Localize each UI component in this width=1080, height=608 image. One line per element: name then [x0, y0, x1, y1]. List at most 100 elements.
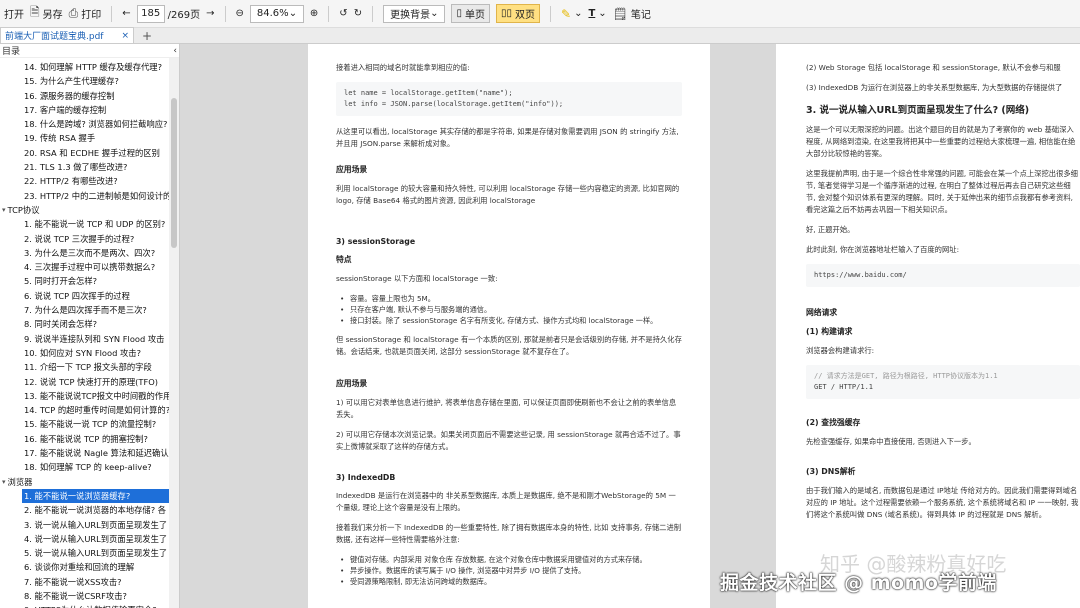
zoom-in-icon[interactable]: ⊕: [310, 8, 318, 19]
toc-item[interactable]: 6. 说说 TCP 四次挥手的过程: [0, 289, 179, 303]
code-block: let name = localStorage.getItem("name");…: [336, 82, 682, 116]
page-text: 这是一个可以无限深挖的问题。出这个题目的目的就是为了考察你的 web 基础深入程…: [806, 125, 1076, 158]
page-text: 接着进入相同的域名时就能拿到相应的值:: [336, 63, 470, 72]
page-text: 利用 localStorage 的较大容量和持久特性, 可以利用 localSt…: [336, 184, 680, 205]
next-page-icon[interactable]: →: [206, 8, 214, 19]
toc-item[interactable]: 1. 能不能说一说 TCP 和 UDP 的区别?: [0, 217, 179, 231]
toc-item[interactable]: 4. 三次握手过程中可以携带数据么?: [0, 260, 179, 274]
toc-item[interactable]: 5. 说一说从输入URL到页面呈现发生了: [0, 546, 179, 560]
save-as-button[interactable]: 🗎 另存: [30, 3, 63, 24]
toc-section-label: TCP协议: [7, 204, 40, 215]
section-heading: 特点: [336, 255, 352, 264]
notes-icon: 🗒: [612, 6, 628, 21]
background-label: 更换背景: [390, 10, 431, 21]
text-tool-button[interactable]: T ⌄: [588, 8, 606, 19]
toc-item[interactable]: 19. 传统 RSA 握手: [0, 131, 179, 145]
rotate-right-icon[interactable]: ↻: [354, 8, 362, 19]
toc-item[interactable]: 7. 能不能说一说XSS攻击?: [0, 575, 179, 589]
toc-section[interactable]: ▾ 浏览器: [0, 475, 179, 489]
zoom-out-icon[interactable]: ⊖: [236, 8, 244, 19]
toc-item[interactable]: 6. 谈谈你对重绘和回流的理解: [0, 560, 179, 574]
toc-item[interactable]: 2. 能不能说一说浏览器的本地存储? 各: [0, 503, 179, 517]
page-text: 2) 可以用它存储本次浏览记录。如果关闭页面后不需要这些记录, 用 sessio…: [336, 430, 681, 451]
toc-item[interactable]: 8. 能不能说一说CSRF攻击?: [0, 589, 179, 603]
page-text: 接着我们来分析一下 IndexedDB 的一些重要特性, 除了拥有数据库本身的特…: [336, 523, 682, 544]
section-heading: 3) IndexedDB: [336, 473, 396, 482]
pdf-page-right: (2) Web Storage 包括 localStorage 和 sessio…: [776, 44, 1080, 608]
toc-item-active[interactable]: 1. 能不能说一说浏览器缓存?: [22, 488, 179, 504]
toc-item[interactable]: 13. 能不能说说TCP报文中时间戳的作用?: [0, 389, 179, 403]
double-page-button[interactable]: ▯▯ 双页: [495, 4, 540, 23]
toc-item[interactable]: 10. 如何应对 SYN Flood 攻击?: [0, 346, 179, 360]
expand-icon[interactable]: ▾: [2, 475, 6, 489]
toc-scrollbar[interactable]: [169, 58, 179, 608]
rotate-left-icon[interactable]: ↺: [339, 8, 347, 19]
zoom-select[interactable]: 84.6% ⌄: [249, 4, 304, 23]
page-text: 这里我提前声明, 由于是一个综合性非常强的问题, 可能会在某一个点上深挖出很多细…: [806, 169, 1078, 214]
toc-item[interactable]: 20. RSA 和 ECDHE 握手过程的区别: [0, 146, 179, 160]
toc-item[interactable]: 14. TCP 的超时重传时间是如何计算的?: [0, 403, 179, 417]
notes-button[interactable]: 🗒 笔记: [612, 6, 651, 22]
background-select[interactable]: 更换背景 ⌄: [383, 4, 446, 23]
toc-item[interactable]: 18. 什么是跨域? 浏览器如何拦截响应?: [0, 117, 179, 131]
toc-item[interactable]: 21. TLS 1.3 做了哪些改进?: [0, 160, 179, 174]
page-number-input[interactable]: 185: [136, 4, 165, 23]
toc-item[interactable]: 5. 同时打开会怎样?: [0, 274, 179, 288]
single-page-button[interactable]: ▯ 单页: [451, 4, 490, 23]
code-comment: // 请求方法是GET, 路径为根路径, HTTP协议版本为1.1: [814, 372, 998, 380]
expand-icon[interactable]: ▾: [2, 203, 6, 217]
toc-item[interactable]: 2. 说说 TCP 三次握手的过程?: [0, 232, 179, 246]
bullet-list: 键值对存储。内部采用 对象仓库 存放数据, 在这个对象仓库中数据采用键值对的方式…: [336, 554, 682, 587]
collapse-icon[interactable]: ‹: [173, 46, 177, 56]
toc-item[interactable]: 15. 为什么产生代理缓存?: [0, 74, 179, 88]
page-text: 由于我们输入的是域名, 而数据包是通过 IP地址 传给对方的。因此我们需要得到域…: [806, 486, 1079, 519]
toc-item[interactable]: 17. 能不能说说 Nagle 算法和延迟确认?: [0, 446, 179, 460]
toc-section-label: 浏览器: [7, 476, 33, 487]
toc-item[interactable]: 11. 介绍一下 TCP 报文头部的字段: [0, 360, 179, 374]
section-heading: 3) sessionStorage: [336, 237, 416, 246]
code-line: let info = JSON.parse(localStorage.getIt…: [344, 100, 564, 108]
scrollbar-thumb[interactable]: [171, 98, 177, 248]
notes-label: 笔记: [630, 10, 651, 21]
toc-section[interactable]: ▾ TCP协议: [0, 203, 179, 217]
double-page-icon: ▯▯: [500, 8, 512, 19]
page-text: 好, 正题开始。: [806, 225, 855, 234]
toc-item[interactable]: 9. 说说半连接队列和 SYN Flood 攻击: [0, 332, 179, 346]
open-button[interactable]: 打开: [4, 6, 24, 21]
section-heading: (2) 查找强缓存: [806, 418, 861, 427]
page-text: 先检查强缓存, 如果命中直接使用, 否则进入下一步。: [806, 437, 976, 446]
toc-item[interactable]: 16. 能不能说说 TCP 的拥塞控制?: [0, 432, 179, 446]
close-icon[interactable]: ×: [121, 31, 129, 41]
pdf-page-left: 接着进入相同的域名时就能拿到相应的值: let name = localStor…: [308, 44, 710, 608]
print-label: 打印: [81, 10, 102, 21]
page-text: 从这里可以看出, localStorage 其实存储的都是字符串, 如果是存储对…: [336, 127, 679, 148]
document-tab[interactable]: 前端大厂面试题宝典.pdf ×: [0, 27, 134, 43]
toc-item[interactable]: 17. 客户端的缓存控制: [0, 103, 179, 117]
toc-item[interactable]: 3. 为什么是三次而不是两次、四次?: [0, 246, 179, 260]
toc-item[interactable]: 15. 能不能说一说 TCP 的流量控制?: [0, 417, 179, 431]
toc-item[interactable]: 12. 说说 TCP 快速打开的原理(TFO): [0, 375, 179, 389]
page-text: 浏览器会构建请求行:: [806, 346, 875, 355]
toc-item[interactable]: 7. 为什么是四次挥手而不是三次?: [0, 303, 179, 317]
add-tab-icon[interactable]: +: [134, 29, 160, 43]
toc-item[interactable]: 18. 如何理解 TCP 的 keep-alive?: [0, 460, 179, 474]
zoom-value: 84.6%: [256, 8, 289, 19]
list-item: 只存在客户端, 默认不参与与服务端的通信。: [336, 304, 682, 315]
save-icon: 🗎: [30, 5, 40, 19]
code-line: GET / HTTP/1.1: [814, 383, 874, 391]
toc-item[interactable]: 4. 说一说从输入URL到页面呈现发生了: [0, 532, 179, 546]
divider: [111, 5, 113, 22]
divider: [328, 5, 330, 22]
print-button[interactable]: ⎙ 打印: [69, 6, 102, 21]
toc-item[interactable]: 14. 如何理解 HTTP 缓存及缓存代理?: [0, 60, 179, 74]
highlighter-button[interactable]: ✎ ⌄: [561, 7, 582, 21]
toc-item[interactable]: 22. HTTP/2 有哪些改进?: [0, 174, 179, 188]
toc-item[interactable]: 3. 说一说从输入URL到页面呈现发生了: [0, 518, 179, 532]
toc-item[interactable]: 16. 源服务器的缓存控制: [0, 89, 179, 103]
toc-item[interactable]: 9. HTTPS为什么让数据传输更安全?: [0, 603, 179, 608]
toc-item[interactable]: 8. 同时关闭会怎样?: [0, 317, 179, 331]
toc-sidebar: 目录 ‹ 14. 如何理解 HTTP 缓存及缓存代理? 15. 为什么产生代理缓存…: [0, 44, 180, 608]
divider: [550, 5, 551, 22]
toc-item[interactable]: 23. HTTP/2 中的二进制帧是如何设计的?: [0, 189, 179, 203]
prev-page-icon[interactable]: ←: [122, 8, 130, 19]
